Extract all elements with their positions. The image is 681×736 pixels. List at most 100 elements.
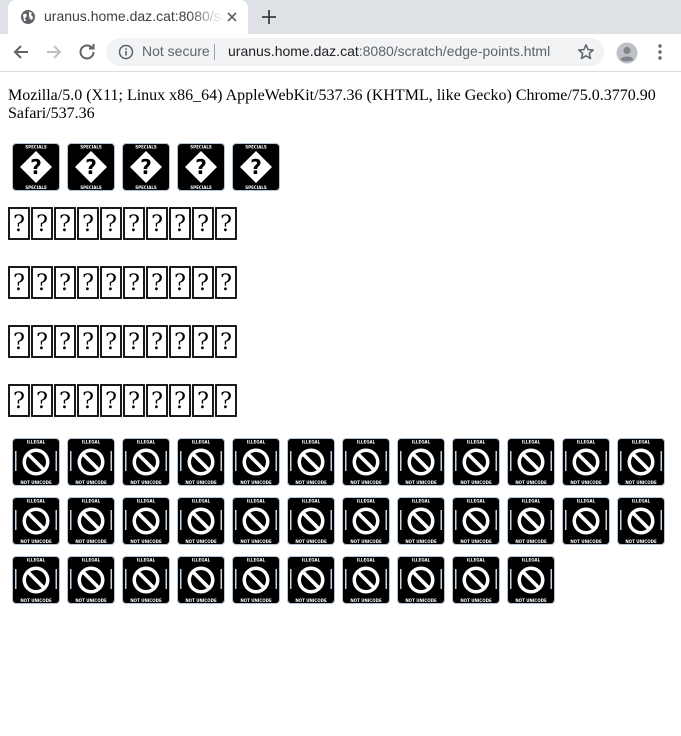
svg-text:ILLEGAL: ILLEGAL xyxy=(522,499,541,504)
svg-text:?: ? xyxy=(128,330,140,355)
svg-text:ILLEGAL: ILLEGAL xyxy=(467,440,486,445)
svg-text:?: ? xyxy=(151,389,163,414)
svg-text:?: ? xyxy=(13,212,25,237)
svg-text:NOT UNICODE: NOT UNICODE xyxy=(405,539,437,544)
svg-text:ILLEGAL: ILLEGAL xyxy=(82,558,101,563)
svg-text:?: ? xyxy=(220,271,232,296)
back-arrow-icon[interactable] xyxy=(11,42,31,62)
illegal-glyph: ILLEGAL NOT UNICODE xyxy=(342,438,390,486)
missing-glyph: ? xyxy=(8,266,30,299)
missing-glyph: ? xyxy=(169,266,191,299)
url-path: :8080/scratch/edge-points.html xyxy=(358,43,551,59)
specials-glyph: SPECIALS SPECIALS? xyxy=(67,143,115,191)
svg-text:ILLEGAL: ILLEGAL xyxy=(192,440,211,445)
browser-tab[interactable]: uranus.home.daz.cat:8080/scratch/edge-po… xyxy=(8,0,248,34)
svg-text:ILLEGAL: ILLEGAL xyxy=(137,440,156,445)
svg-text:?: ? xyxy=(197,330,209,355)
svg-text:ILLEGAL: ILLEGAL xyxy=(247,558,266,563)
missing-glyph: ? xyxy=(169,207,191,240)
url-text[interactable]: uranus.home.daz.cat:8080/scratch/edge-po… xyxy=(228,43,550,59)
missing-glyph: ? xyxy=(215,325,237,358)
missing-glyph: ? xyxy=(146,325,168,358)
svg-text:NOT UNICODE: NOT UNICODE xyxy=(240,480,272,485)
svg-text:NOT UNICODE: NOT UNICODE xyxy=(75,539,107,544)
svg-text:ILLEGAL: ILLEGAL xyxy=(357,440,376,445)
svg-text:?: ? xyxy=(59,330,71,355)
forward-arrow-icon[interactable] xyxy=(44,42,64,62)
illegal-glyph: ILLEGAL NOT UNICODE xyxy=(562,438,610,486)
svg-text:NOT UNICODE: NOT UNICODE xyxy=(295,598,327,603)
tofu-glyph-row: ?????????? xyxy=(8,207,248,243)
svg-text:NOT UNICODE: NOT UNICODE xyxy=(130,480,162,485)
svg-text:ILLEGAL: ILLEGAL xyxy=(522,558,541,563)
svg-text:ILLEGAL: ILLEGAL xyxy=(412,499,431,504)
svg-text:NOT UNICODE: NOT UNICODE xyxy=(20,480,52,485)
missing-glyph: ? xyxy=(146,266,168,299)
missing-glyph: ? xyxy=(215,266,237,299)
kebab-menu-icon[interactable] xyxy=(650,42,670,62)
missing-glyph: ? xyxy=(123,266,145,299)
missing-glyph: ? xyxy=(169,325,191,358)
security-label[interactable]: Not secure xyxy=(142,43,210,59)
reload-icon[interactable] xyxy=(77,42,97,62)
missing-glyph: ? xyxy=(8,325,30,358)
missing-glyph: ? xyxy=(215,384,237,417)
illegal-glyph: ILLEGAL NOT UNICODE xyxy=(122,438,170,486)
svg-text:NOT UNICODE: NOT UNICODE xyxy=(460,539,492,544)
svg-text:ILLEGAL: ILLEGAL xyxy=(137,499,156,504)
svg-text:?: ? xyxy=(13,330,25,355)
info-icon[interactable] xyxy=(118,44,134,60)
svg-text:ILLEGAL: ILLEGAL xyxy=(577,440,596,445)
illegal-glyph: ILLEGAL NOT UNICODE xyxy=(562,497,610,545)
svg-text:?: ? xyxy=(59,212,71,237)
svg-text:ILLEGAL: ILLEGAL xyxy=(192,558,211,563)
svg-text:ILLEGAL: ILLEGAL xyxy=(302,558,321,563)
svg-text:?: ? xyxy=(250,155,262,179)
svg-text:NOT UNICODE: NOT UNICODE xyxy=(185,539,217,544)
svg-text:ILLEGAL: ILLEGAL xyxy=(357,499,376,504)
svg-text:?: ? xyxy=(82,212,94,237)
svg-text:?: ? xyxy=(128,212,140,237)
svg-text:?: ? xyxy=(82,389,94,414)
star-icon[interactable] xyxy=(577,43,595,61)
illegal-glyph: ILLEGAL NOT UNICODE xyxy=(507,438,555,486)
missing-glyph: ? xyxy=(31,207,53,240)
svg-text:?: ? xyxy=(59,389,71,414)
svg-text:ILLEGAL: ILLEGAL xyxy=(27,499,46,504)
svg-text:ILLEGAL: ILLEGAL xyxy=(522,440,541,445)
svg-text:NOT UNICODE: NOT UNICODE xyxy=(350,539,382,544)
svg-text:NOT UNICODE: NOT UNICODE xyxy=(240,539,272,544)
illegal-glyph: ILLEGAL NOT UNICODE xyxy=(342,497,390,545)
svg-text:ILLEGAL: ILLEGAL xyxy=(412,558,431,563)
svg-text:SPECIALS: SPECIALS xyxy=(135,185,157,190)
svg-text:ILLEGAL: ILLEGAL xyxy=(632,440,651,445)
svg-text:?: ? xyxy=(36,330,48,355)
svg-text:NOT UNICODE: NOT UNICODE xyxy=(75,480,107,485)
specials-glyph: SPECIALS SPECIALS? xyxy=(122,143,170,191)
svg-text:?: ? xyxy=(36,271,48,296)
avatar-icon[interactable] xyxy=(616,42,638,64)
illegal-glyph: ILLEGAL NOT UNICODE xyxy=(507,497,555,545)
svg-text:?: ? xyxy=(174,212,186,237)
illegal-glyph: ILLEGAL NOT UNICODE xyxy=(342,556,390,604)
missing-glyph: ? xyxy=(100,207,122,240)
illegal-glyph: ILLEGAL NOT UNICODE xyxy=(397,556,445,604)
missing-glyph: ? xyxy=(54,384,76,417)
illegal-glyph: ILLEGAL NOT UNICODE xyxy=(122,497,170,545)
svg-text:ILLEGAL: ILLEGAL xyxy=(247,499,266,504)
address-bar[interactable]: Not secure uranus.home.daz.cat:8080/scra… xyxy=(106,38,604,66)
svg-text:NOT UNICODE: NOT UNICODE xyxy=(515,539,547,544)
illegal-glyph: ILLEGAL NOT UNICODE xyxy=(177,556,225,604)
illegal-glyph: ILLEGAL NOT UNICODE xyxy=(67,438,115,486)
illegal-glyph: ILLEGAL NOT UNICODE xyxy=(452,497,500,545)
missing-glyph: ? xyxy=(192,266,214,299)
missing-glyph: ? xyxy=(8,207,30,240)
svg-text:ILLEGAL: ILLEGAL xyxy=(467,499,486,504)
svg-text:ILLEGAL: ILLEGAL xyxy=(577,499,596,504)
illegal-glyph: ILLEGAL NOT UNICODE xyxy=(452,438,500,486)
missing-glyph: ? xyxy=(31,325,53,358)
svg-text:NOT UNICODE: NOT UNICODE xyxy=(570,539,602,544)
close-icon[interactable] xyxy=(224,9,240,25)
plus-icon[interactable] xyxy=(260,8,278,26)
svg-text:ILLEGAL: ILLEGAL xyxy=(192,499,211,504)
